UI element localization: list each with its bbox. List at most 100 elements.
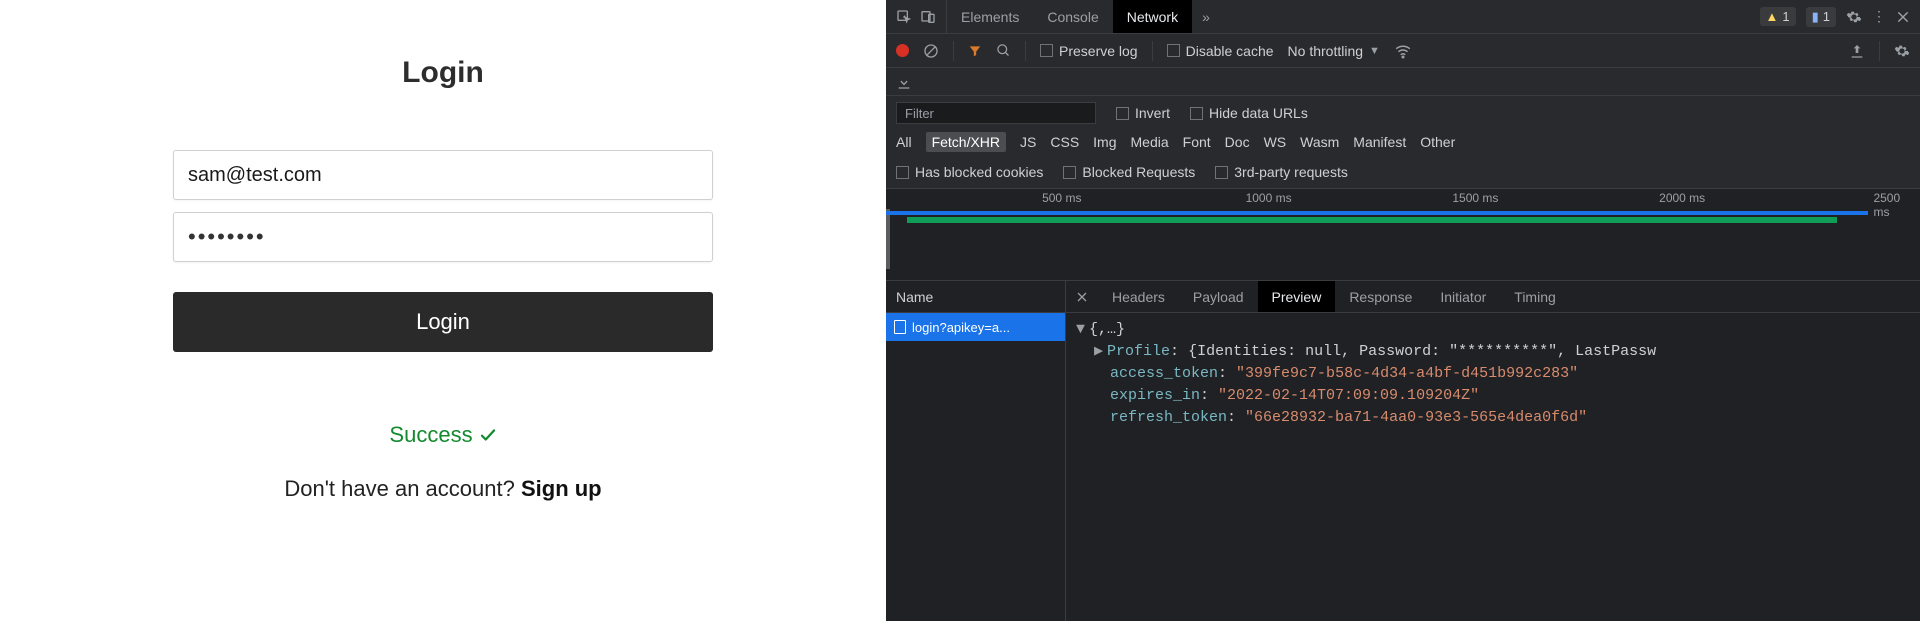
issue-count: 1: [1823, 9, 1830, 24]
inspect-icon[interactable]: [896, 9, 912, 25]
filter-icon[interactable]: [968, 44, 982, 58]
detail-tab-response[interactable]: Response: [1335, 281, 1426, 312]
filter-type-js[interactable]: JS: [1020, 134, 1036, 150]
filter-type-fetch-xhr[interactable]: Fetch/XHR: [926, 132, 1006, 152]
preview-key: refresh_token: [1110, 409, 1227, 426]
checkbox-icon: [1063, 166, 1076, 179]
kebab-menu-icon[interactable]: ⋮: [1872, 8, 1886, 25]
detail-tab-preview[interactable]: Preview: [1258, 281, 1336, 312]
filter-type-media[interactable]: Media: [1131, 134, 1169, 150]
export-har-icon[interactable]: [896, 74, 912, 90]
filter-type-manifest[interactable]: Manifest: [1353, 134, 1406, 150]
hide-data-urls-checkbox[interactable]: Hide data URLs: [1190, 105, 1308, 121]
has-blocked-cookies-checkbox[interactable]: Has blocked cookies: [896, 164, 1043, 180]
checkbox-icon: [1116, 107, 1129, 120]
network-conditions-icon[interactable]: [1394, 42, 1412, 60]
checkbox-icon: [1215, 166, 1228, 179]
blocked-requests-checkbox[interactable]: Blocked Requests: [1063, 164, 1195, 180]
preview-key: access_token: [1110, 365, 1218, 382]
devtools-tab-bar: Elements Console Network » ▲ 1 ▮ 1 ⋮: [886, 0, 1920, 34]
checkbox-icon: [896, 166, 909, 179]
detail-tab-headers[interactable]: Headers: [1098, 281, 1179, 312]
signup-prompt: Don't have an account?: [284, 476, 521, 501]
timeline-bar: [886, 211, 1868, 215]
issue-icon: ▮: [1812, 9, 1819, 25]
network-settings-icon[interactable]: [1894, 43, 1910, 59]
preview-value: "399fe9c7-b58c-4d34-a4bf-d451b992c283": [1236, 365, 1578, 382]
disable-cache-label: Disable cache: [1186, 43, 1274, 59]
download-row: [886, 68, 1920, 96]
network-toolbar: Preserve log Disable cache No throttling…: [886, 34, 1920, 68]
chevron-down-icon: ▼: [1369, 45, 1380, 57]
preserve-log-checkbox[interactable]: Preserve log: [1040, 43, 1138, 59]
login-button[interactable]: Login: [173, 292, 713, 352]
preview-value: "66e28932-ba71-4aa0-93e3-565e4dea0f6d": [1245, 409, 1587, 426]
third-party-checkbox[interactable]: 3rd-party requests: [1215, 164, 1348, 180]
email-value: sam@test.com: [188, 164, 322, 187]
warnings-badge[interactable]: ▲ 1: [1760, 7, 1796, 26]
password-field[interactable]: ••••••••: [173, 212, 713, 262]
request-detail: Headers Payload Preview Response Initiat…: [1066, 281, 1920, 621]
success-text: Success: [389, 422, 472, 448]
filter-type-doc[interactable]: Doc: [1225, 134, 1250, 150]
preview-root: {,…}: [1089, 321, 1125, 338]
preview-key: Profile: [1107, 343, 1170, 360]
clear-icon[interactable]: [923, 43, 939, 59]
issues-badge[interactable]: ▮ 1: [1806, 7, 1836, 27]
email-field[interactable]: sam@test.com: [173, 150, 713, 200]
request-list: Name login?apikey=a...: [886, 281, 1066, 621]
close-detail-icon[interactable]: [1066, 281, 1098, 312]
preview-value: {Identities: null, Password: "**********…: [1188, 343, 1656, 360]
login-form: Login sam@test.com •••••••• Login Succes…: [173, 0, 713, 502]
detail-tab-timing[interactable]: Timing: [1500, 281, 1570, 312]
warning-icon: ▲: [1766, 9, 1779, 24]
more-tabs-icon[interactable]: »: [1192, 0, 1220, 33]
filter-placeholder: Filter: [905, 106, 934, 121]
checkbox-icon: [1190, 107, 1203, 120]
filter-type-font[interactable]: Font: [1183, 134, 1211, 150]
timeline-tick: 1000 ms: [1246, 191, 1292, 205]
filter-type-css[interactable]: CSS: [1050, 134, 1079, 150]
filter-type-img[interactable]: Img: [1093, 134, 1116, 150]
filter-type-all[interactable]: All: [896, 134, 912, 150]
throttling-label: No throttling: [1288, 43, 1363, 59]
disable-cache-checkbox[interactable]: Disable cache: [1167, 43, 1274, 59]
checkbox-icon: [1167, 44, 1180, 57]
filter-type-other[interactable]: Other: [1420, 134, 1455, 150]
request-name: login?apikey=a...: [912, 320, 1010, 335]
filter-bar: Filter Invert Hide data URLs All Fetch/X…: [886, 96, 1920, 189]
device-toggle-icon[interactable]: [920, 9, 936, 25]
invert-checkbox[interactable]: Invert: [1116, 105, 1170, 121]
password-value: ••••••••: [188, 224, 266, 250]
network-timeline[interactable]: 500 ms 1000 ms 1500 ms 2000 ms 2500 ms: [886, 189, 1920, 281]
tab-console[interactable]: Console: [1033, 0, 1112, 33]
hide-data-urls-label: Hide data URLs: [1209, 105, 1308, 121]
signup-line: Don't have an account? Sign up: [173, 476, 713, 502]
preserve-log-label: Preserve log: [1059, 43, 1138, 59]
login-title: Login: [173, 56, 713, 90]
signup-link[interactable]: Sign up: [521, 476, 602, 501]
login-page: Login sam@test.com •••••••• Login Succes…: [0, 0, 886, 621]
close-devtools-icon[interactable]: [1896, 10, 1910, 24]
timeline-bar: [907, 217, 1838, 223]
request-list-header[interactable]: Name: [886, 281, 1065, 313]
request-row[interactable]: login?apikey=a...: [886, 313, 1065, 341]
timeline-tick: 1500 ms: [1452, 191, 1498, 205]
invert-label: Invert: [1135, 105, 1170, 121]
filter-type-wasm[interactable]: Wasm: [1300, 134, 1339, 150]
filter-input[interactable]: Filter: [896, 102, 1096, 124]
warning-count: 1: [1782, 9, 1789, 24]
record-icon[interactable]: [896, 44, 909, 57]
throttling-select[interactable]: No throttling ▼: [1288, 43, 1380, 59]
tab-elements[interactable]: Elements: [947, 0, 1033, 33]
timeline-tick: 2000 ms: [1659, 191, 1705, 205]
detail-tab-payload[interactable]: Payload: [1179, 281, 1258, 312]
tab-network[interactable]: Network: [1113, 0, 1192, 33]
search-icon[interactable]: [996, 43, 1011, 58]
settings-icon[interactable]: [1846, 9, 1862, 25]
preview-key: expires_in: [1110, 387, 1200, 404]
import-har-icon[interactable]: [1849, 43, 1865, 59]
filter-type-ws[interactable]: WS: [1264, 134, 1287, 150]
response-preview[interactable]: ▼{,…} ▶Profile: {Identities: null, Passw…: [1066, 313, 1920, 621]
detail-tab-initiator[interactable]: Initiator: [1426, 281, 1500, 312]
